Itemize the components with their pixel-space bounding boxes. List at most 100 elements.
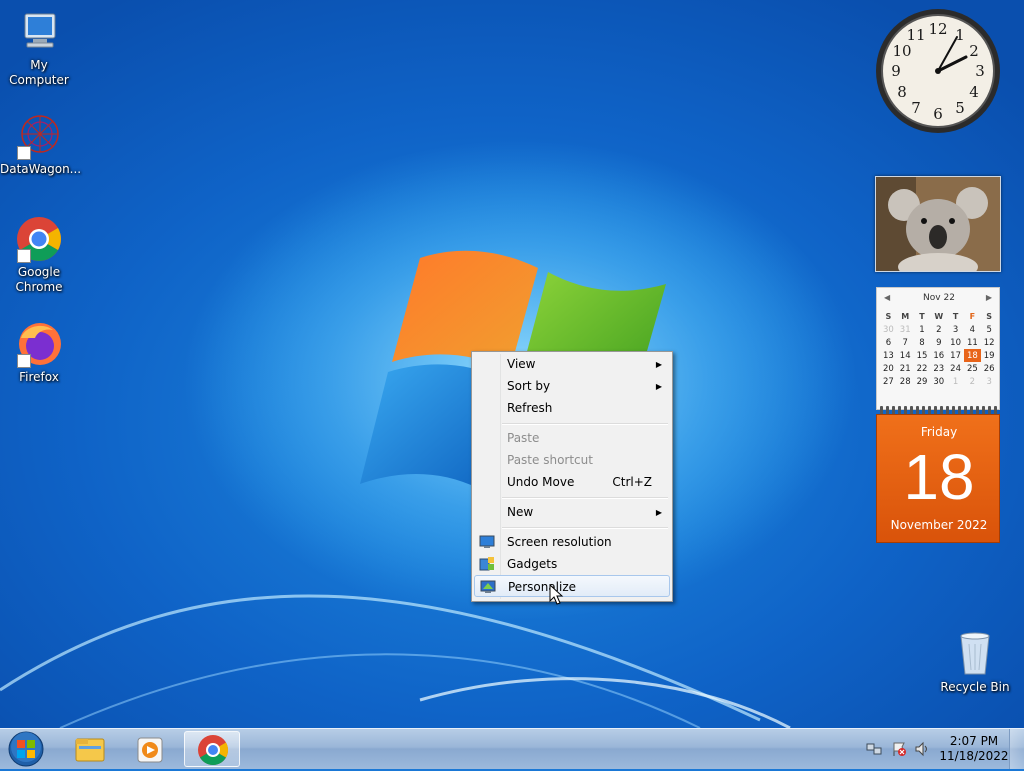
calendar-day[interactable]: 29: [914, 375, 931, 388]
calendar-next-icon[interactable]: ▶: [986, 293, 992, 302]
taskbar-clock[interactable]: 2:07 PM 11/18/2022: [936, 734, 1012, 764]
desktop-icon-google-chrome[interactable]: Google Chrome: [0, 215, 78, 295]
calendar-month-header: Nov 22: [923, 293, 955, 303]
calendar-day[interactable]: 31: [897, 323, 914, 336]
clock-numeral: 1: [955, 26, 965, 44]
taskbar-explorer-button[interactable]: [62, 731, 118, 767]
calendar-day-number: 18: [903, 441, 975, 513]
show-desktop-button[interactable]: [1009, 729, 1024, 769]
menu-item-label: Undo Move: [507, 475, 575, 489]
calendar-day[interactable]: 30: [880, 323, 897, 336]
shortcut-arrow-icon: [17, 146, 31, 160]
calendar-day[interactable]: 2: [964, 375, 981, 388]
action-center-flag-icon[interactable]: [891, 741, 907, 757]
calendar-day[interactable]: 2: [930, 323, 947, 336]
clock-gadget[interactable]: 12 1 2 3 4 5 6 7 8 9 10 11: [874, 7, 1002, 135]
clock-numeral: 12: [928, 20, 947, 38]
calendar-weekday: S: [986, 312, 993, 321]
calendar-day[interactable]: 15: [914, 349, 931, 362]
calendar-day[interactable]: 7: [897, 336, 914, 349]
calendar-day[interactable]: 27: [880, 375, 897, 388]
calendar-day[interactable]: 20: [880, 362, 897, 375]
menu-item-undo-move[interactable]: Undo Move Ctrl+Z: [474, 471, 670, 493]
menu-item-paste[interactable]: Paste: [474, 427, 670, 449]
calendar-day[interactable]: 30: [930, 375, 947, 388]
shortcut-arrow-icon: [17, 249, 31, 263]
calendar-day[interactable]: 9: [930, 336, 947, 349]
media-player-icon: [137, 737, 163, 763]
calendar-day[interactable]: 10: [947, 336, 964, 349]
clock-numeral: 3: [975, 62, 985, 80]
calendar-weekday: M: [901, 312, 910, 321]
menu-item-shortcut: Ctrl+Z: [612, 475, 652, 489]
menu-item-view[interactable]: View ▶: [474, 353, 670, 375]
desktop-icon-label: Google Chrome: [15, 265, 63, 294]
menu-item-label: Paste: [507, 431, 540, 445]
menu-item-paste-shortcut[interactable]: Paste shortcut: [474, 449, 670, 471]
calendar-gadget[interactable]: ◀ Nov 22 ▶ S M T W T F S 30 31 1 2 3 4 5…: [876, 287, 1000, 543]
chrome-icon: [198, 735, 229, 766]
calendar-day[interactable]: 5: [981, 323, 998, 336]
taskbar-date: 11/18/2022: [939, 749, 1009, 763]
taskbar-chrome-button[interactable]: [184, 731, 240, 767]
menu-item-label: View: [507, 357, 536, 371]
start-button[interactable]: [4, 730, 48, 768]
menu-item-sort-by[interactable]: Sort by ▶: [474, 375, 670, 397]
calendar-day[interactable]: 24: [947, 362, 964, 375]
calendar-grid: S M T W T F S 30 31 1 2 3 4 5 6 7 8 9 10…: [880, 310, 998, 388]
desktop-icon-datawagon[interactable]: DataWagon...: [0, 112, 81, 177]
calendar-day[interactable]: 22: [914, 362, 931, 375]
menu-item-label: Sort by: [507, 379, 551, 393]
clock-numeral: 8: [897, 83, 907, 101]
calendar-day[interactable]: 11: [964, 336, 981, 349]
recycle-bin-icon: [951, 630, 999, 678]
desktop[interactable]: My Computer DataWagon... Google Chrome F…: [0, 0, 1024, 728]
volume-icon[interactable]: [914, 741, 930, 757]
desktop-icon-label: My Computer: [9, 58, 69, 87]
calendar-month-year: November 2022: [890, 518, 988, 532]
calendar-day[interactable]: 14: [897, 349, 914, 362]
slideshow-gadget[interactable]: [875, 176, 1001, 272]
calendar-day[interactable]: 21: [897, 362, 914, 375]
desktop-icon-my-computer[interactable]: My Computer: [0, 8, 78, 88]
desktop-icon-recycle-bin[interactable]: Recycle Bin: [936, 630, 1014, 695]
clock-numeral: 4: [969, 83, 979, 101]
calendar-day[interactable]: 4: [964, 323, 981, 336]
menu-item-refresh[interactable]: Refresh: [474, 397, 670, 419]
calendar-day[interactable]: 26: [981, 362, 998, 375]
menu-item-gadgets[interactable]: Gadgets: [474, 553, 670, 575]
taskbar: 2:07 PM 11/18/2022: [0, 728, 1024, 769]
calendar-day[interactable]: 23: [930, 362, 947, 375]
network-icon[interactable]: [866, 741, 882, 757]
calendar-day-today[interactable]: 18: [963, 349, 981, 362]
calendar-day[interactable]: 3: [947, 323, 964, 336]
clock-numeral: 9: [891, 62, 901, 80]
calendar-weekday: S: [885, 312, 892, 321]
koala-photo: [876, 177, 1000, 271]
calendar-day[interactable]: 13: [880, 349, 897, 362]
calendar-day[interactable]: 17: [947, 349, 964, 362]
menu-item-personalize[interactable]: Personalize: [474, 575, 670, 597]
calendar-day[interactable]: 19: [981, 349, 998, 362]
menu-item-screen-resolution[interactable]: Screen resolution: [474, 531, 670, 553]
calendar-day[interactable]: 28: [897, 375, 914, 388]
clock-numeral: 10: [892, 42, 911, 60]
menu-item-new[interactable]: New ▶: [474, 501, 670, 523]
datawagon-icon: [15, 112, 63, 160]
calendar-day[interactable]: 1: [914, 323, 931, 336]
calendar-day[interactable]: 6: [880, 336, 897, 349]
menu-item-label: Personalize: [508, 580, 577, 594]
desktop-icon-firefox[interactable]: Firefox: [0, 320, 78, 385]
calendar-day[interactable]: 1: [947, 375, 964, 388]
calendar-day[interactable]: 25: [964, 362, 981, 375]
clock-numeral: 11: [906, 26, 925, 44]
calendar-day[interactable]: 12: [981, 336, 998, 349]
clock-numeral: 7: [911, 99, 921, 117]
calendar-day[interactable]: 8: [914, 336, 931, 349]
explorer-icon: [75, 738, 105, 762]
calendar-day[interactable]: 16: [930, 349, 947, 362]
monitor-icon: [479, 534, 495, 550]
menu-separator: [502, 527, 668, 529]
taskbar-media-player-button[interactable]: [122, 731, 178, 767]
calendar-day[interactable]: 3: [981, 375, 998, 388]
